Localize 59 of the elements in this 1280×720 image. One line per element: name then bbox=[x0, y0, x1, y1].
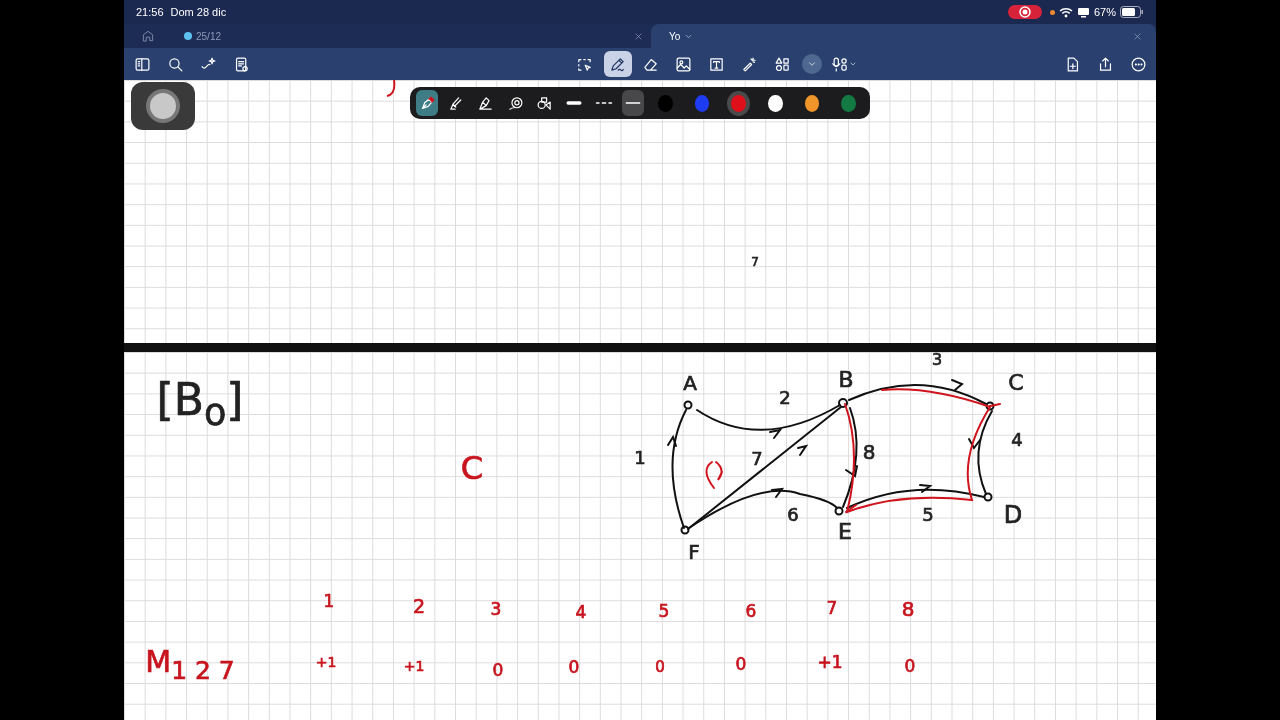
battery-level: 67% bbox=[1093, 6, 1116, 18]
handwritten-label: 0 bbox=[904, 657, 916, 675]
handwritten-label: 2 bbox=[779, 389, 791, 407]
handwritten-label: 7 bbox=[751, 450, 763, 468]
close-icon[interactable] bbox=[1133, 31, 1142, 41]
handwritten-label: +1 bbox=[315, 655, 337, 669]
handwritten-label: 0 bbox=[655, 659, 665, 675]
ink-stroke bbox=[386, 80, 396, 97]
screen-icon bbox=[1076, 6, 1090, 18]
handwritten-label: 4 bbox=[575, 603, 587, 621]
assistive-touch-button[interactable] bbox=[131, 82, 195, 130]
handwritten-label: A bbox=[683, 373, 697, 393]
handwritten-label: B bbox=[838, 369, 854, 391]
dropdown-button[interactable] bbox=[801, 54, 822, 74]
handwritten-label: M$_{1 2 7}$ bbox=[145, 647, 235, 683]
pen-icon[interactable] bbox=[603, 51, 632, 77]
color-swatch[interactable] bbox=[768, 94, 783, 112]
handwritten-label: 5 bbox=[922, 506, 934, 524]
handwritten-label: C bbox=[460, 452, 484, 484]
privacy-dot-icon bbox=[1049, 9, 1055, 15]
color-swatch[interactable] bbox=[804, 94, 820, 112]
handwritten-label: 2 bbox=[412, 596, 426, 616]
handwritten-label: 8 bbox=[901, 599, 915, 619]
handwritten-label: 0 bbox=[735, 655, 747, 673]
handwritten-label: +1 bbox=[817, 653, 843, 671]
handwritten-label: +1 bbox=[403, 659, 425, 673]
handwritten-label: 3 bbox=[931, 352, 943, 368]
color-swatch[interactable] bbox=[841, 94, 856, 112]
wifi-icon bbox=[1058, 6, 1073, 18]
chevron-icon bbox=[806, 59, 817, 69]
handwritten-label: 5 bbox=[658, 602, 670, 620]
handwritten-label: [B$_{o}$] bbox=[156, 378, 244, 432]
handwritten-label: 0 bbox=[492, 661, 504, 679]
timer-icon bbox=[184, 32, 192, 40]
handwritten-label: E bbox=[838, 521, 852, 543]
handwritten-label: 7 bbox=[751, 256, 759, 268]
handwritten-label: 8 bbox=[862, 442, 876, 462]
battery-icon bbox=[1120, 6, 1144, 18]
handwritten-label: 6 bbox=[745, 602, 757, 620]
fountain-pen-icon[interactable] bbox=[416, 90, 439, 116]
handwritten-label: 1 bbox=[634, 449, 646, 467]
handwritten-label: 4 bbox=[1011, 431, 1023, 449]
handwritten-label: 7 bbox=[826, 599, 838, 617]
thin-stroke-icon[interactable] bbox=[621, 90, 645, 116]
handwritten-label: 6 bbox=[787, 506, 799, 524]
handwritten-label: 0 bbox=[568, 658, 580, 676]
color-swatch[interactable] bbox=[694, 94, 710, 112]
tab[interactable]: 25/12 bbox=[160, 24, 651, 48]
clock: 21:56 bbox=[136, 6, 164, 18]
date: Dom 28 dic bbox=[170, 6, 227, 18]
tab[interactable]: Yo bbox=[651, 24, 1156, 48]
recording-indicator bbox=[1007, 5, 1042, 19]
handwritten-label: 1 bbox=[323, 592, 335, 610]
color-swatch[interactable] bbox=[658, 94, 673, 112]
handwritten-label: F bbox=[688, 542, 700, 562]
handwritten-label: 3 bbox=[490, 600, 502, 618]
handwritten-label: C bbox=[1008, 372, 1024, 394]
close-icon[interactable] bbox=[634, 31, 643, 41]
handwritten-label: D bbox=[1003, 503, 1023, 527]
